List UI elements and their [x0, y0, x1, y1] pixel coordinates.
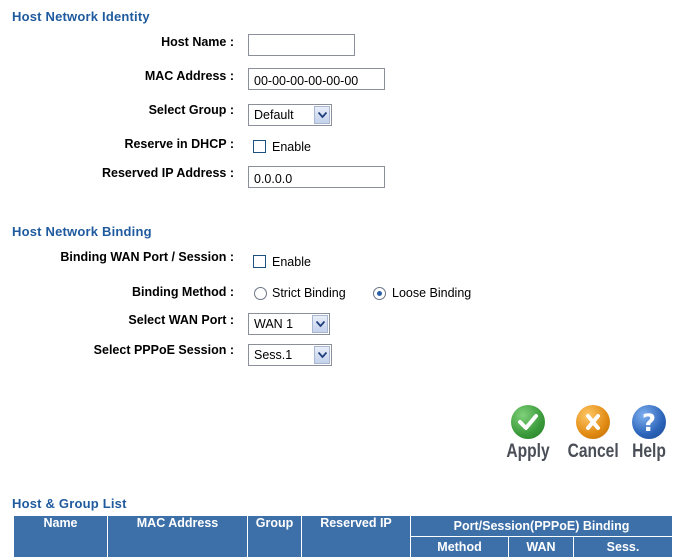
- check-icon: [511, 405, 545, 439]
- chevron-down-icon[interactable]: [312, 315, 328, 333]
- x-icon: [576, 405, 610, 439]
- strict-binding-radio[interactable]: [254, 287, 267, 300]
- svg-text:?: ?: [642, 409, 656, 437]
- host-group-table: Name MAC Address Group Reserved IP Port/…: [13, 515, 673, 558]
- binding-wan-label: Binding WAN Port / Session :: [60, 250, 234, 264]
- binding-wan-option-label: Enable: [272, 255, 311, 269]
- cancel-button[interactable]: Cancel: [562, 405, 624, 463]
- col-header-binding: Port/Session(PPPoE) Binding: [410, 515, 673, 537]
- mac-address-label: MAC Address :: [144, 69, 234, 83]
- cancel-label: Cancel: [567, 441, 619, 462]
- strict-binding-label: Strict Binding: [272, 286, 346, 300]
- wan-port-select-value: WAN 1: [254, 317, 294, 331]
- col-header-wan: WAN: [508, 536, 574, 558]
- apply-label: Apply: [506, 441, 550, 462]
- reserve-dhcp-label: Reserve in DHCP :: [124, 137, 234, 151]
- binding-method-label: Binding Method :: [131, 285, 234, 299]
- col-header-reserved-ip: Reserved IP: [301, 515, 411, 558]
- group-select-value: Default: [254, 108, 294, 122]
- pppoe-session-select[interactable]: Sess.1: [248, 344, 332, 366]
- chevron-down-icon[interactable]: [314, 106, 330, 124]
- loose-binding-radio[interactable]: [373, 287, 386, 300]
- list-section-title: Host & Group List: [12, 496, 127, 511]
- reserved-ip-input[interactable]: [248, 166, 385, 188]
- reserve-dhcp-option-label: Enable: [272, 140, 311, 154]
- select-pppoe-label: Select PPPoE Session :: [93, 343, 234, 357]
- select-wan-port-label: Select WAN Port :: [128, 313, 234, 327]
- binding-wan-checkbox[interactable]: [253, 255, 266, 268]
- host-name-label: Host Name :: [161, 35, 234, 49]
- col-header-name: Name: [13, 515, 108, 558]
- mac-address-input[interactable]: [248, 68, 385, 90]
- select-group-label: Select Group :: [148, 103, 234, 117]
- binding-section-title: Host Network Binding: [12, 224, 152, 239]
- col-header-group: Group: [247, 515, 302, 558]
- loose-binding-label: Loose Binding: [392, 286, 472, 300]
- reserved-ip-label: Reserved IP Address :: [101, 166, 234, 180]
- pppoe-session-select-value: Sess.1: [254, 348, 293, 362]
- host-name-input[interactable]: [248, 34, 355, 56]
- group-select[interactable]: Default: [248, 104, 332, 126]
- help-button[interactable]: ? Help: [624, 405, 674, 463]
- question-icon: ?: [632, 405, 666, 439]
- apply-button[interactable]: Apply: [500, 405, 556, 463]
- help-label: Help: [632, 441, 666, 462]
- col-header-method: Method: [410, 536, 509, 558]
- identity-section-title: Host Network Identity: [12, 9, 150, 24]
- wan-port-select[interactable]: WAN 1: [248, 313, 330, 335]
- reserve-dhcp-checkbox[interactable]: [253, 140, 266, 153]
- chevron-down-icon[interactable]: [314, 346, 330, 364]
- col-header-mac: MAC Address: [107, 515, 248, 558]
- col-header-sess: Sess.: [573, 536, 673, 558]
